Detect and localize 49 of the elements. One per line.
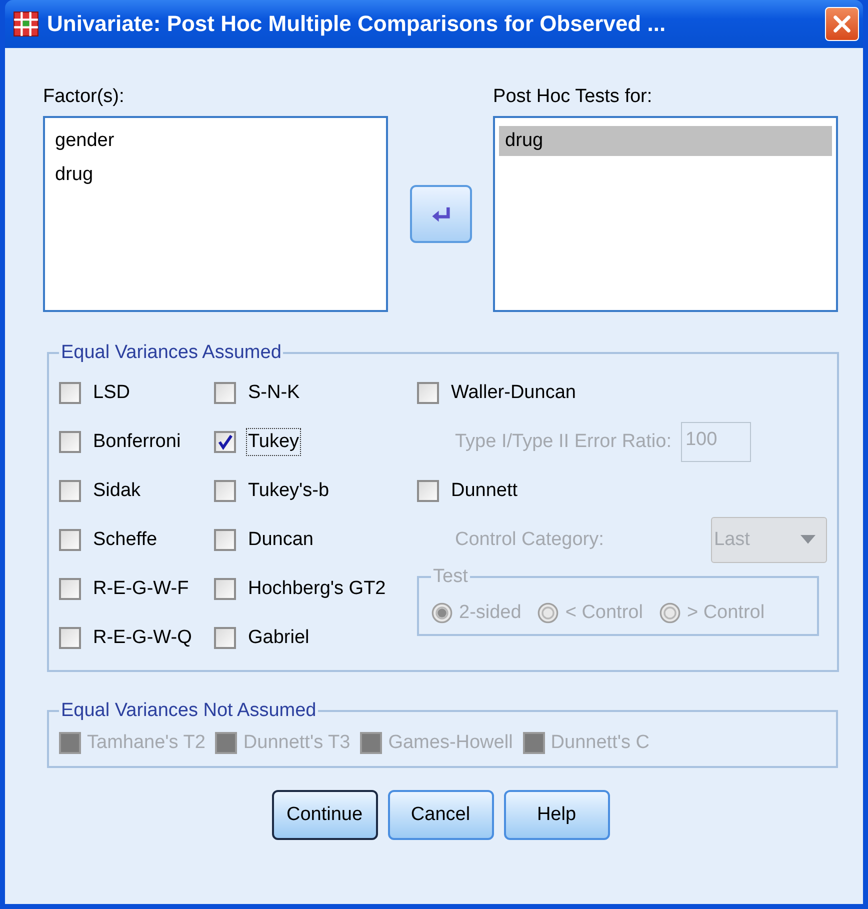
checkbox-label[interactable]: Gabriel [246,624,312,652]
group-title: Equal Variances Not Assumed [60,700,318,722]
post-hoc-tests-list[interactable]: drug [493,116,838,312]
close-icon [831,13,853,35]
checkbox[interactable] [59,430,81,452]
checkbox[interactable] [417,480,439,502]
checkbox[interactable] [417,382,439,404]
checkbox-label[interactable]: R-E-G-W-F [91,574,191,602]
list-item[interactable]: drug [49,160,382,190]
caret-icon [800,534,816,544]
checkbox[interactable] [59,626,81,648]
list-item[interactable]: gender [49,126,382,156]
checkbox[interactable] [214,430,236,452]
checkbox-label[interactable]: Waller-Duncan [449,378,578,406]
dialog-button[interactable]: Help [504,790,610,840]
list-item[interactable]: drug [499,126,832,156]
field-label: Control Category: [455,528,604,550]
checkbox[interactable] [214,528,236,550]
checkbox[interactable] [59,382,81,404]
factors-list[interactable]: gender drug [43,116,388,312]
checkbox-label[interactable]: Duncan [246,526,316,554]
checkbox-label[interactable]: Bonferroni [91,428,183,456]
window-title: Univariate: Post Hoc Multiple Comparisons for Observed ... [47,11,667,37]
checkbox-label[interactable]: Sidak [91,476,143,504]
checkbox[interactable] [59,578,81,600]
checkbox[interactable] [214,382,236,404]
checkbox-label[interactable]: Tukey's-b [246,476,332,504]
checkbox-label[interactable]: LSD [91,378,132,406]
checkbox[interactable] [214,480,236,502]
list-label: Factor(s): [43,86,126,108]
checkbox[interactable] [59,528,81,550]
checkbox-label[interactable]: S-N-K [246,378,302,406]
checkbox[interactable] [59,480,81,502]
checkbox-label[interactable]: Tukey [246,428,302,456]
dialog-button[interactable]: Continue [272,790,378,840]
checkbox[interactable] [214,578,236,600]
move-button[interactable] [410,185,472,243]
dialog-button[interactable]: Cancel [388,790,494,840]
group-title: Equal Variances Assumed [60,342,282,364]
checkbox-label[interactable]: Dunnett [449,476,520,504]
group-title: Test [432,566,469,588]
list-label: Post Hoc Tests for: [493,86,654,108]
checkbox-label[interactable]: Scheffe [91,526,160,554]
checkbox-label[interactable]: Hochberg's GT2 [246,574,388,602]
field-label: Type I/Type II Error Ratio: [455,430,672,452]
checkbox-label[interactable]: R-E-G-W-Q [91,624,194,652]
table-icon [13,11,39,37]
close-button[interactable] [825,7,859,41]
checkbox[interactable] [214,626,236,648]
